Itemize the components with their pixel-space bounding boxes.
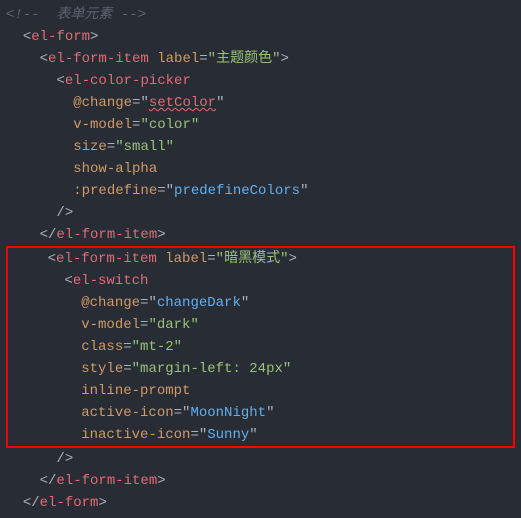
attr-class: class: [81, 339, 123, 355]
attr-label: label: [165, 251, 207, 267]
func-setcolor: setColor: [149, 95, 216, 111]
code-line: <el-form-item label="主题颜色">: [0, 48, 521, 70]
code-line: v-model="color": [0, 114, 521, 136]
code-line: @change="setColor": [0, 92, 521, 114]
code-line: class="mt-2": [8, 336, 513, 358]
tag-el-form-item: el-form-item: [48, 51, 149, 67]
attr-inactive-icon: inactive-icon: [81, 427, 190, 443]
code-line: @change="changeDark": [8, 292, 513, 314]
func-predefinecolors: predefineColors: [174, 183, 300, 199]
code-line: inline-prompt: [8, 380, 513, 402]
func-changedark: changeDark: [157, 295, 241, 311]
attr-label: label: [157, 51, 199, 67]
attr-vmodel: v-model: [81, 317, 140, 333]
tag-el-form-item-close: el-form-item: [56, 227, 157, 243]
code-line: <el-color-picker: [0, 70, 521, 92]
code-line: <el-switch: [8, 270, 513, 292]
tag-el-form: el-form: [31, 29, 90, 45]
tag-el-form-close: el-form: [40, 495, 99, 511]
code-line: <el-form>: [0, 26, 521, 48]
attr-inline-prompt: inline-prompt: [81, 383, 190, 399]
tag-el-form-item-close: el-form-item: [56, 473, 157, 489]
attr-change: @change: [73, 95, 132, 111]
attr-show-alpha: show-alpha: [73, 161, 157, 177]
code-line: />: [0, 202, 521, 224]
attr-size: size: [73, 139, 107, 155]
code-line: v-model="dark": [8, 314, 513, 336]
code-line: active-icon="MoonNight": [8, 402, 513, 424]
tag-el-color-picker: el-color-picker: [65, 73, 191, 89]
attr-predefine: :predefine: [73, 183, 157, 199]
val-moonnight: MoonNight: [190, 405, 266, 421]
code-line: <!-- 表单元素 -->: [0, 4, 521, 26]
attr-change: @change: [81, 295, 140, 311]
comment: <!-- 表单元素 -->: [6, 7, 146, 23]
code-line: :predefine="predefineColors": [0, 180, 521, 202]
code-line: show-alpha: [0, 158, 521, 180]
code-line: </el-form-item>: [0, 470, 521, 492]
code-line: />: [0, 448, 521, 470]
attr-vmodel: v-model: [73, 117, 132, 133]
code-line: size="small": [0, 136, 521, 158]
code-line: <el-form-item label="暗黑模式">: [8, 248, 513, 270]
attr-active-icon: active-icon: [81, 405, 173, 421]
code-line: style="margin-left: 24px": [8, 358, 513, 380]
highlight-box: <el-form-item label="暗黑模式"> <el-switch @…: [6, 246, 515, 448]
code-line: </el-form>: [0, 492, 521, 514]
tag-el-switch: el-switch: [73, 273, 149, 289]
attr-style: style: [81, 361, 123, 377]
tag-el-form-item: el-form-item: [56, 251, 157, 267]
code-line: inactive-icon="Sunny": [8, 424, 513, 446]
val-sunny: Sunny: [207, 427, 249, 443]
code-line: </el-form-item>: [0, 224, 521, 246]
